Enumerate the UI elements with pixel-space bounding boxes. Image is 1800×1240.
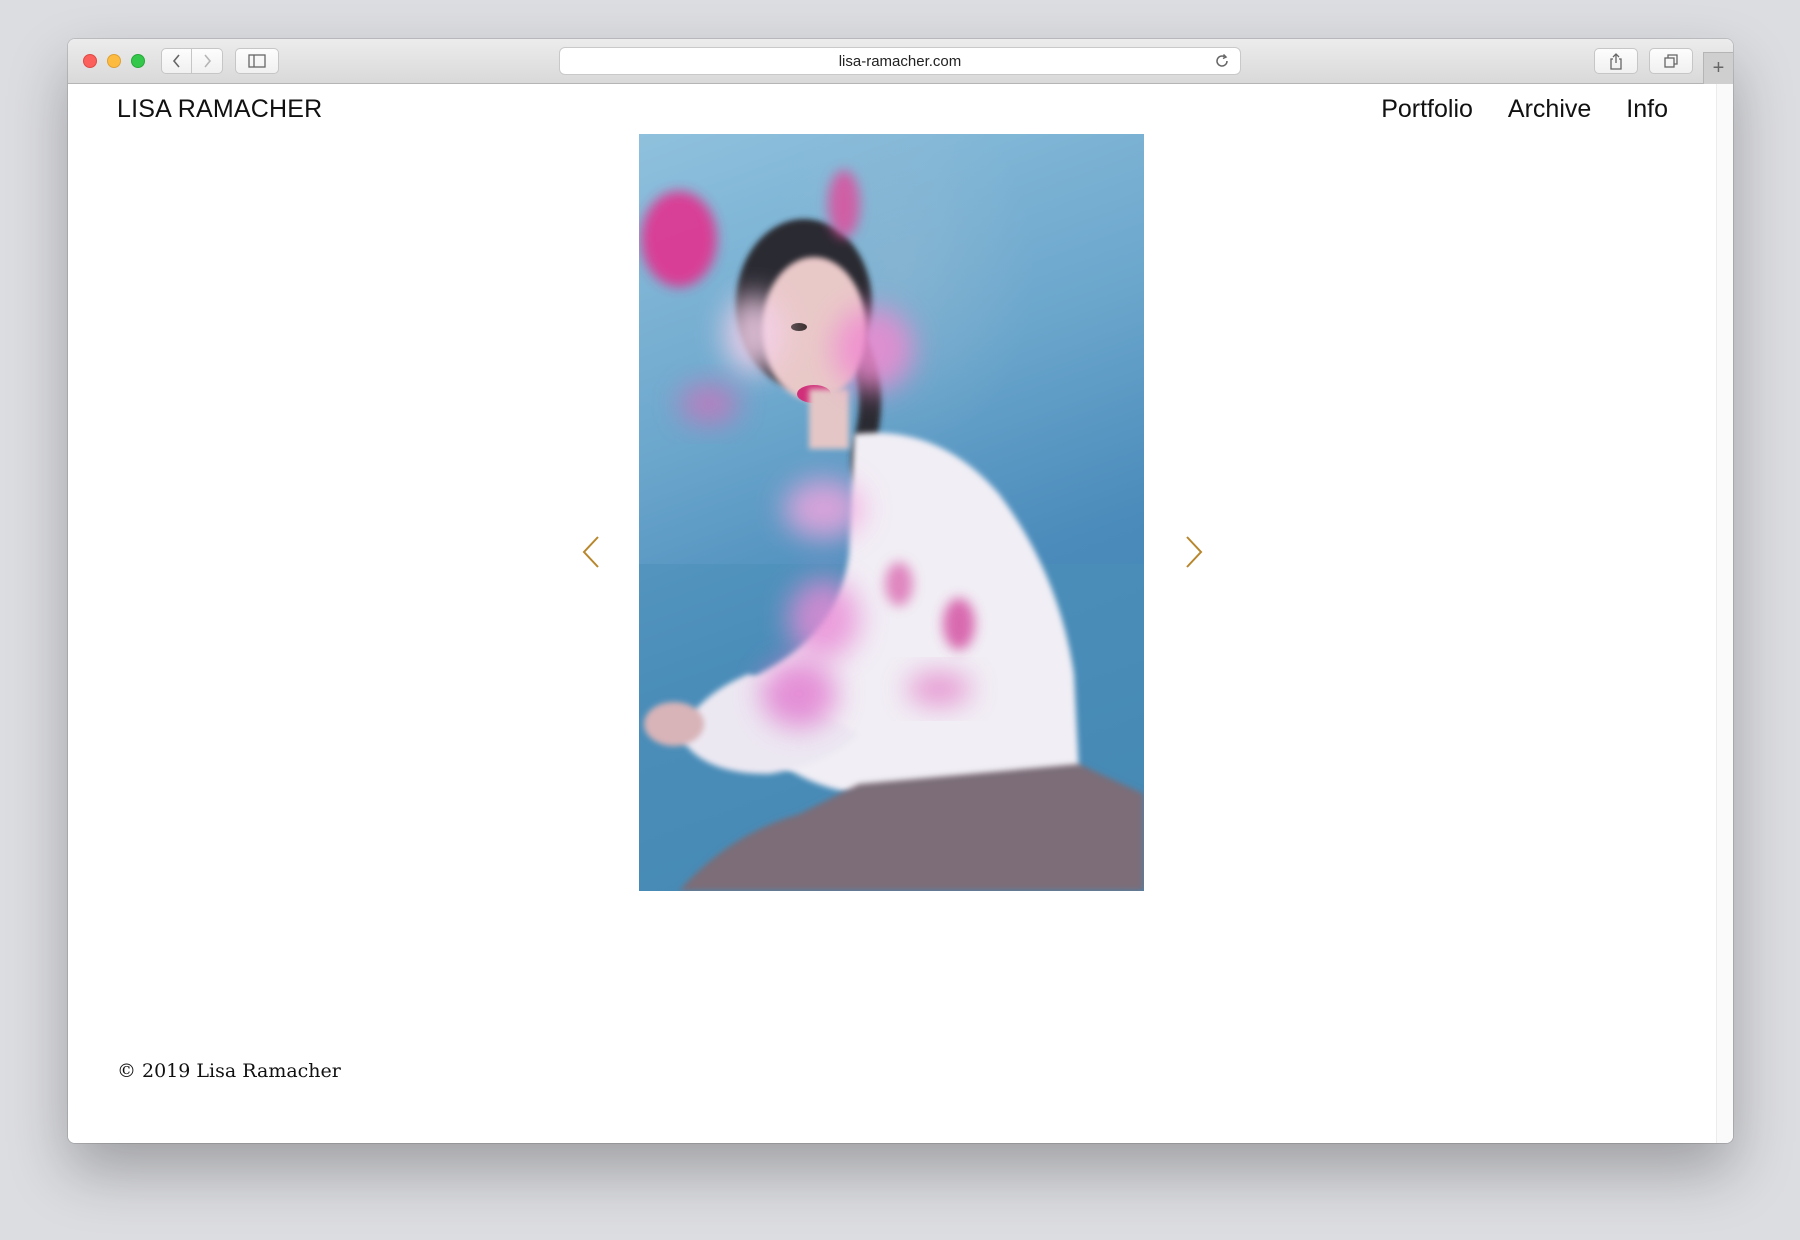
portrait-image	[639, 170, 1144, 891]
gallery-photo	[639, 134, 1144, 891]
back-chevron-icon	[172, 54, 180, 68]
nav-portfolio[interactable]: Portfolio	[1381, 95, 1473, 124]
reload-icon[interactable]	[1214, 53, 1230, 69]
share-icon	[1610, 52, 1622, 70]
site-brand[interactable]: LISA RAMACHER	[117, 95, 322, 124]
forward-button[interactable]	[192, 48, 223, 74]
new-tab-button[interactable]: +	[1703, 52, 1733, 84]
page-content: LISA RAMACHER Portfolio Archive Info © 2…	[68, 84, 1716, 1143]
site-nav: Portfolio Archive Info	[1381, 95, 1668, 124]
next-image-arrow-icon[interactable]	[1183, 534, 1205, 570]
back-button[interactable]	[161, 48, 192, 74]
sidebar-icon	[248, 54, 266, 68]
footer-copyright: © 2019 Lisa Ramacher	[117, 1060, 341, 1082]
nav-info[interactable]: Info	[1626, 95, 1668, 124]
nav-archive[interactable]: Archive	[1508, 95, 1591, 124]
previous-image-arrow-icon[interactable]	[580, 534, 602, 570]
tab-overview-button[interactable]	[1649, 48, 1693, 74]
share-button[interactable]	[1594, 48, 1638, 74]
tabs-icon	[1664, 54, 1678, 68]
url-text: lisa-ramacher.com	[838, 52, 962, 70]
browser-window: lisa-ramacher.com + LISA RAMACHER Portfo…	[68, 39, 1733, 1143]
maximize-window-button[interactable]	[131, 54, 145, 68]
plus-icon: +	[1712, 57, 1725, 79]
sidebar-toggle-button[interactable]	[235, 48, 279, 74]
browser-toolbar: lisa-ramacher.com +	[68, 39, 1733, 84]
forward-chevron-icon	[204, 54, 212, 68]
minimize-window-button[interactable]	[107, 54, 121, 68]
scrollbar-track[interactable]	[1716, 84, 1733, 1143]
close-window-button[interactable]	[83, 54, 97, 68]
history-nav	[161, 48, 223, 74]
address-bar[interactable]: lisa-ramacher.com	[559, 47, 1241, 75]
